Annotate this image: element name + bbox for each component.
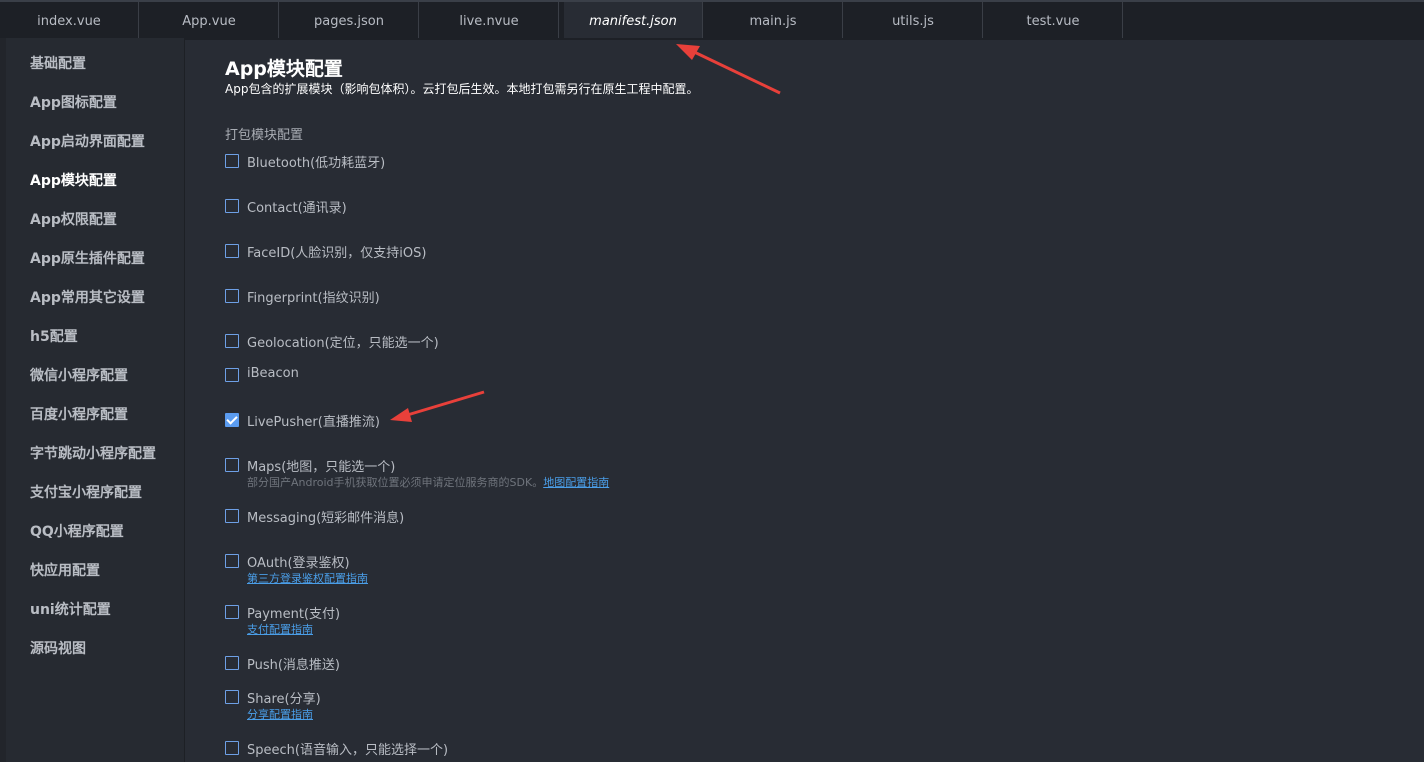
sidebar-item-uni-stat[interactable]: uni统计配置 xyxy=(30,599,111,619)
module-label[interactable]: Payment(支付) xyxy=(247,603,340,622)
sidebar-item-h5[interactable]: h5配置 xyxy=(30,326,78,346)
sidebar-item-app-modules[interactable]: App模块配置 xyxy=(30,170,117,190)
sidebar-item-alipay-mp[interactable]: 支付宝小程序配置 xyxy=(30,482,142,502)
module-label[interactable]: Share(分享) xyxy=(247,688,321,707)
tab-index-vue[interactable]: index.vue xyxy=(0,2,139,38)
tab-main-js[interactable]: main.js xyxy=(704,2,843,38)
share-guide-link[interactable]: 分享配置指南 xyxy=(247,706,313,722)
section-title: 打包模块配置 xyxy=(225,128,304,143)
module-label[interactable]: Contact(通讯录) xyxy=(247,197,347,216)
fingerprint-checkbox[interactable] xyxy=(225,289,239,303)
page-title: App模块配置 xyxy=(225,58,343,80)
sidebar-item-qq-mp[interactable]: QQ小程序配置 xyxy=(30,521,124,541)
geolocation-checkbox[interactable] xyxy=(225,334,239,348)
payment-checkbox[interactable] xyxy=(225,605,239,619)
sidebar-item-app-splash[interactable]: App启动界面配置 xyxy=(30,131,145,151)
module-config-panel: App模块配置 App包含的扩展模块（影响包体积）。云打包后生效。本地打包需另行… xyxy=(185,38,1424,762)
tab-app-vue[interactable]: App.vue xyxy=(140,2,279,38)
speech-checkbox[interactable] xyxy=(225,741,239,755)
module-label[interactable]: LivePusher(直播推流) xyxy=(247,411,380,430)
maps-note-text: 部分国产Android手机获取位置必须申请定位服务商的SDK。 xyxy=(247,476,544,489)
module-label[interactable]: Fingerprint(指纹识别) xyxy=(247,287,380,306)
module-label[interactable]: Bluetooth(低功耗蓝牙) xyxy=(247,152,385,171)
tab-manifest-json[interactable]: manifest.json xyxy=(564,2,703,38)
sidebar-item-quickapp[interactable]: 快应用配置 xyxy=(30,560,100,580)
share-checkbox[interactable] xyxy=(225,690,239,704)
bluetooth-checkbox[interactable] xyxy=(225,154,239,168)
sidebar-item-source-view[interactable]: 源码视图 xyxy=(30,638,86,658)
module-label[interactable]: Push(消息推送) xyxy=(247,654,340,673)
tab-test-vue[interactable]: test.vue xyxy=(984,2,1123,38)
faceid-checkbox[interactable] xyxy=(225,244,239,258)
oauth-guide-link[interactable]: 第三方登录鉴权配置指南 xyxy=(247,570,368,586)
sidebar-item-app-native-plugins[interactable]: App原生插件配置 xyxy=(30,248,145,268)
module-label[interactable]: Maps(地图，只能选一个) xyxy=(247,456,395,475)
module-label[interactable]: Speech(语音输入，只能选择一个) xyxy=(247,739,448,758)
tab-pages-json[interactable]: pages.json xyxy=(280,2,419,38)
sidebar-item-baidu-mp[interactable]: 百度小程序配置 xyxy=(30,404,128,424)
messaging-checkbox[interactable] xyxy=(225,509,239,523)
page-description: App包含的扩展模块（影响包体积）。云打包后生效。本地打包需另行在原生工程中配置… xyxy=(225,82,699,96)
settings-sidebar: 基础配置 App图标配置 App启动界面配置 App模块配置 App权限配置 A… xyxy=(0,38,185,762)
contact-checkbox[interactable] xyxy=(225,199,239,213)
sidebar-item-toutiao-mp[interactable]: 字节跳动小程序配置 xyxy=(30,443,156,463)
maps-guide-link[interactable]: 地图配置指南 xyxy=(543,476,609,489)
maps-checkbox[interactable] xyxy=(225,458,239,472)
editor-tab-bar: index.vue App.vue pages.json live.nvue m… xyxy=(0,0,1424,40)
module-label[interactable]: OAuth(登录鉴权) xyxy=(247,552,350,571)
ibeacon-checkbox[interactable] xyxy=(225,368,239,382)
maps-note: 部分国产Android手机获取位置必须申请定位服务商的SDK。地图配置指南 xyxy=(247,474,609,490)
module-label[interactable]: FaceID(人脸识别，仅支持iOS) xyxy=(247,242,426,261)
module-label[interactable]: iBeacon xyxy=(247,366,299,381)
payment-guide-link[interactable]: 支付配置指南 xyxy=(247,621,313,637)
sidebar-item-app-icon[interactable]: App图标配置 xyxy=(30,92,117,112)
sidebar-edge xyxy=(0,38,6,762)
sidebar-item-app-permissions[interactable]: App权限配置 xyxy=(30,209,117,229)
tab-utils-js[interactable]: utils.js xyxy=(844,2,983,38)
module-label[interactable]: Geolocation(定位，只能选一个) xyxy=(247,332,439,351)
livepusher-checkbox[interactable] xyxy=(225,413,239,427)
module-label[interactable]: Messaging(短彩邮件消息) xyxy=(247,507,404,526)
push-checkbox[interactable] xyxy=(225,656,239,670)
sidebar-item-app-other[interactable]: App常用其它设置 xyxy=(30,287,145,307)
oauth-checkbox[interactable] xyxy=(225,554,239,568)
sidebar-item-weixin-mp[interactable]: 微信小程序配置 xyxy=(30,365,128,385)
tab-live-nvue[interactable]: live.nvue xyxy=(420,2,559,38)
sidebar-item-basic[interactable]: 基础配置 xyxy=(30,53,86,73)
